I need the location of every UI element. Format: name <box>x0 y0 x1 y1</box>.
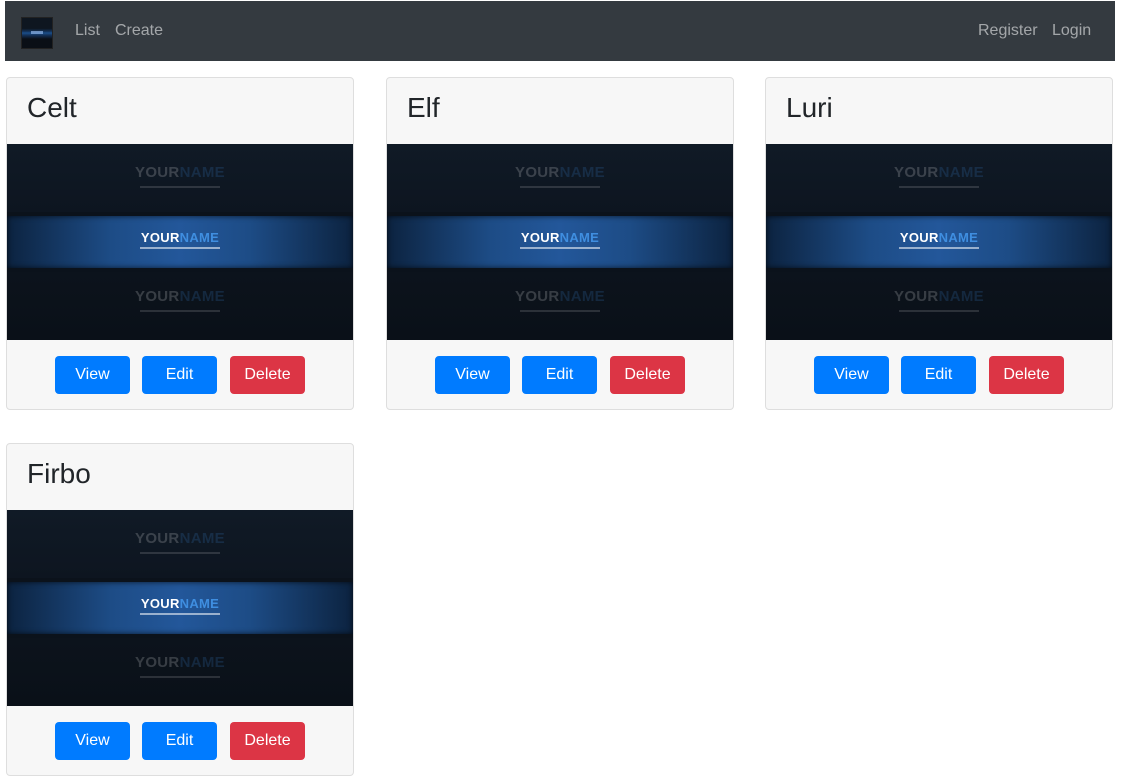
card-title: Elf <box>407 92 440 123</box>
nav-list-link[interactable]: List <box>75 22 100 40</box>
nav-register-link[interactable]: Register <box>978 22 1038 40</box>
card-elf: Elf YOURNAME YOURNAME YOURNAME View Edit… <box>386 77 734 410</box>
banner-image: YOURNAME YOURNAME YOURNAME <box>7 144 353 340</box>
nav-create-link[interactable]: Create <box>115 22 163 40</box>
delete-button[interactable]: Delete <box>230 722 305 760</box>
top-navbar: List Create Register Login <box>5 1 1115 61</box>
delete-button[interactable]: Delete <box>230 356 305 394</box>
nav-login-link[interactable]: Login <box>1052 22 1091 40</box>
card-title: Celt <box>27 92 77 123</box>
edit-button[interactable]: Edit <box>142 356 217 394</box>
banner-image: YOURNAME YOURNAME YOURNAME <box>387 144 733 340</box>
card-celt: Celt YOURNAME YOURNAME YOURNAME View Edi… <box>6 77 354 410</box>
delete-button[interactable]: Delete <box>989 356 1064 394</box>
edit-button[interactable]: Edit <box>142 722 217 760</box>
view-button[interactable]: View <box>55 722 130 760</box>
view-button[interactable]: View <box>814 356 889 394</box>
edit-button[interactable]: Edit <box>522 356 597 394</box>
delete-button[interactable]: Delete <box>610 356 685 394</box>
card-firbo: Firbo YOURNAME YOURNAME YOURNAME View Ed… <box>6 443 354 776</box>
card-luri: Luri YOURNAME YOURNAME YOURNAME View Edi… <box>765 77 1113 410</box>
banner-image: YOURNAME YOURNAME YOURNAME <box>766 144 1112 340</box>
card-title: Luri <box>786 92 833 123</box>
banner-image: YOURNAME YOURNAME YOURNAME <box>7 510 353 706</box>
brand-logo[interactable] <box>21 17 53 49</box>
card-title: Firbo <box>27 458 91 489</box>
edit-button[interactable]: Edit <box>901 356 976 394</box>
view-button[interactable]: View <box>55 356 130 394</box>
view-button[interactable]: View <box>435 356 510 394</box>
